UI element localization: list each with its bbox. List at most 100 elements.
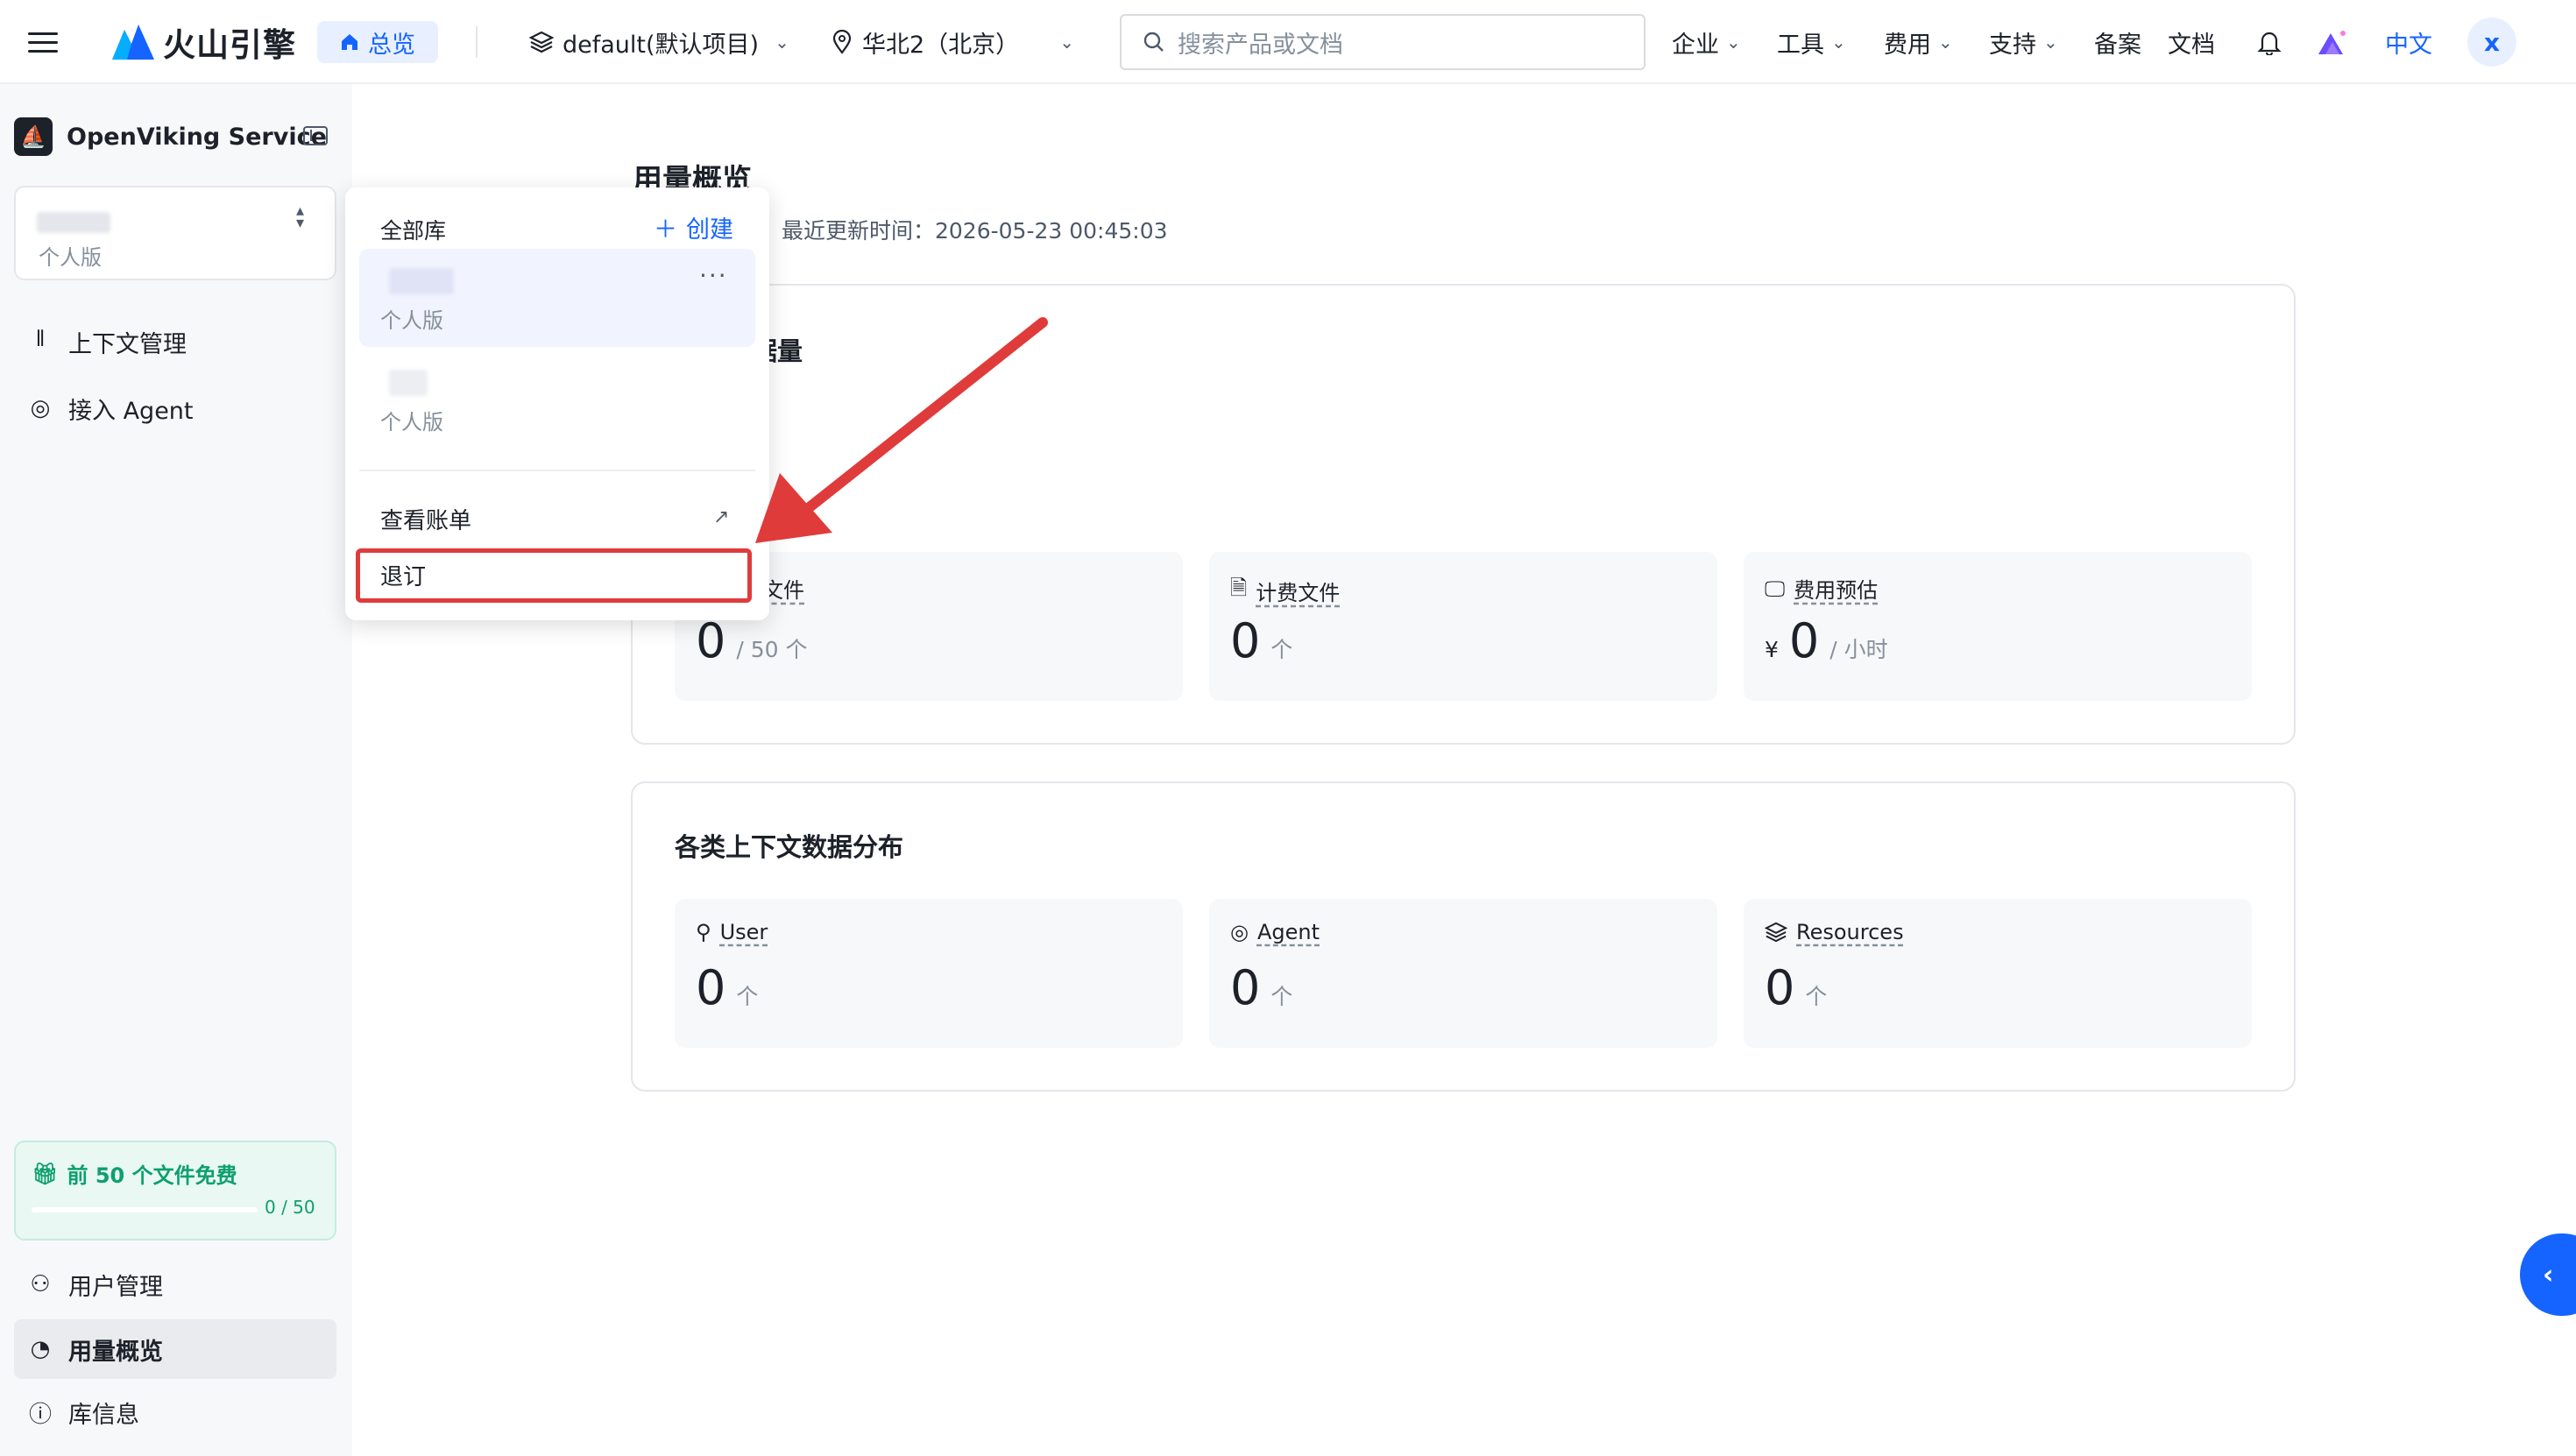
home-button[interactable]: 总览 (317, 21, 438, 63)
ai-assistant-icon[interactable] (2317, 0, 2348, 84)
books-icon: 𝍪 (36, 326, 45, 352)
region-name: 华北2（北京） (862, 31, 1020, 59)
free-quota-progress (32, 1207, 258, 1212)
region-selector[interactable]: 华北2（北京） ⌄ (832, 0, 1074, 84)
menu-billing[interactable]: 费用 ⌄ (1884, 0, 1953, 84)
stat-value: 0 个 (1230, 613, 1292, 668)
chevron-down-icon: ⌄ (1938, 32, 1953, 53)
create-library-button[interactable]: ＋ 创建 (654, 210, 733, 244)
gift-icon: 🎁︎ (32, 1161, 59, 1186)
library-plan: 个人版 (39, 245, 102, 270)
menu-tools[interactable]: 工具 ⌄ (1777, 0, 1846, 84)
expand-panel-button[interactable]: ‹ (2520, 1233, 2576, 1316)
section-title: 各类上下文数据分布 (675, 832, 904, 862)
hamburger-icon[interactable] (28, 0, 60, 84)
view-bill-link[interactable]: 查看账单 (380, 503, 471, 535)
annotation-highlight-box (356, 548, 752, 603)
project-selector[interactable]: default(默认项目) ⌄ (529, 0, 789, 84)
stat-unit: 个 (736, 984, 759, 1009)
volcano-logo-icon (112, 25, 154, 60)
stat-unit: 个 (1805, 984, 1828, 1009)
home-icon (342, 34, 357, 50)
link-docs[interactable]: 文档 (2168, 0, 2215, 84)
redacted-library-name (37, 212, 110, 233)
menu-enterprise[interactable]: 企业 ⌄ (1672, 0, 1741, 84)
sidebar-item-label: 用户管理 (68, 1273, 163, 1301)
stat-label: 🖵︎ 费用预估 (1765, 573, 1878, 604)
user-icon: ⚲ (696, 920, 711, 944)
free-quota-text: 前 50 个文件免费 (67, 1163, 237, 1188)
stat-unit: 个 (1270, 984, 1293, 1009)
robot-icon: ◎ (30, 395, 51, 421)
stat-user: ⚲ User 0 个 (675, 899, 1183, 1048)
sidebar-item-library-info[interactable]: ⓘ 库信息 (14, 1382, 336, 1442)
sidebar-item-connect-agent[interactable]: ◎ 接入 Agent (14, 378, 336, 438)
library-item[interactable]: 个人版 ··· (359, 249, 755, 347)
sidebar-item-user-management[interactable]: ⚇ 用户管理 (14, 1255, 336, 1314)
sort-updown-icon: ▴ ▾ (296, 201, 305, 232)
project-name: default(默认项目) (563, 31, 760, 59)
search-input[interactable]: 搜索产品或文档 (1120, 14, 1645, 70)
top-bar: 火山引擎 总览 default(默认项目) ⌄ 华北2（北京） ⌄ 搜索产品或文… (0, 0, 2576, 84)
stat-number: 0 (1788, 613, 1820, 668)
sidebar-item-label: 上下文管理 (68, 330, 187, 358)
search-icon (1143, 32, 1164, 52)
stat-number: 0 (696, 613, 726, 668)
avatar[interactable]: x (2467, 18, 2516, 67)
redacted-library-name (389, 268, 454, 294)
search-placeholder: 搜索产品或文档 (1178, 31, 1343, 59)
bell-icon[interactable] (2257, 0, 2282, 84)
service-name: OpenViking Service (67, 123, 327, 151)
stat-label-text[interactable]: User (720, 920, 768, 944)
library-plan: 个人版 (380, 308, 443, 333)
chevron-down-icon: ⌄ (2043, 32, 2058, 53)
stat-label-text[interactable]: Agent (1257, 920, 1320, 944)
brand-logo[interactable]: 火山引擎 (112, 0, 296, 84)
stat-label-text[interactable]: 计费文件 (1256, 576, 1340, 606)
user-manage-icon: ⚇ (30, 1271, 51, 1297)
stat-unit: / 50 个 (736, 637, 808, 662)
sidebar-collapse-icon[interactable] (303, 126, 328, 145)
cost-monitor-icon: 🖵︎ (1765, 576, 1786, 601)
stat-resources: Resources 0 个 (1744, 899, 2252, 1048)
file-bill-icon: 🗎︎ (1230, 576, 1248, 600)
layers-icon (529, 31, 554, 53)
stat-number: 0 (696, 960, 726, 1015)
sidebar-item-usage-overview[interactable]: ◔ 用量概览 (14, 1319, 336, 1379)
dropdown-header: 全部库 (380, 218, 447, 244)
free-quota-banner: 🎁︎ 前 50 个文件免费 0 / 50 (14, 1141, 336, 1240)
context-distribution-card: 各类上下文数据分布 ⚲ User 0 个 ◎ Agent 0 个 Resourc… (631, 781, 2296, 1092)
stat-number: 0 (1765, 960, 1795, 1015)
chevron-down-icon: ⌄ (1831, 32, 1846, 53)
divider (476, 26, 478, 58)
chevron-down-icon: ⌄ (775, 32, 789, 53)
stat-value: 0 个 (1230, 960, 1292, 1015)
sidebar-item-context-management[interactable]: 𝍪 上下文管理 (14, 312, 336, 371)
stat-label-text[interactable]: 费用预估 (1794, 573, 1878, 604)
free-quota-count: 0 / 50 (265, 1197, 315, 1218)
chevron-down-icon: ⌄ (1059, 32, 1074, 53)
link-filing[interactable]: 备案 (2094, 0, 2141, 84)
more-options-icon[interactable]: ··· (699, 261, 728, 290)
sidebar-item-label: 库信息 (68, 1401, 139, 1429)
stat-unit: / 小时 (1829, 637, 1888, 662)
stat-value: 0 个 (1765, 960, 1827, 1015)
stat-label-text[interactable]: Resources (1796, 920, 1904, 944)
create-label: 创建 (686, 216, 733, 244)
stat-label: ◎ Agent (1230, 920, 1320, 944)
language-switch[interactable]: 中文 (2385, 0, 2432, 84)
library-plan: 个人版 (380, 410, 443, 435)
library-item[interactable]: 个人版 (359, 350, 755, 449)
layers-icon (1765, 922, 1787, 943)
brand-name: 火山引擎 (163, 26, 296, 64)
service-header: ⛵ OpenViking Service (14, 117, 327, 156)
library-selector[interactable]: 个人版 ▴ ▾ (14, 186, 336, 280)
menu-label: 支持 (1989, 31, 2036, 59)
openviking-logo-icon: ⛵ (14, 117, 53, 156)
robot-icon: ◎ (1230, 920, 1249, 944)
plus-icon: ＋ (654, 216, 677, 244)
home-label: 总览 (368, 31, 415, 59)
menu-support[interactable]: 支持 ⌄ (1989, 0, 2058, 84)
sidebar: ⛵ OpenViking Service 个人版 ▴ ▾ 𝍪 上下文管理 ◎ 接入… (0, 84, 352, 1456)
stat-agent: ◎ Agent 0 个 (1209, 899, 1717, 1048)
